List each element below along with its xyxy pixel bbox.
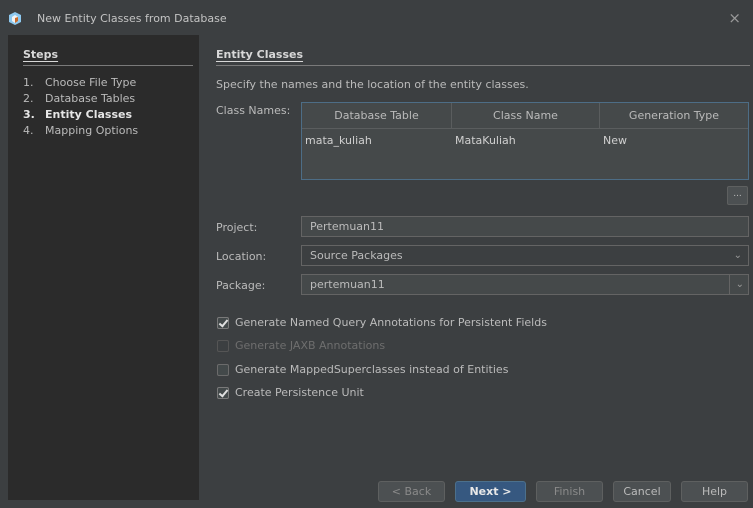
column-header-database-table[interactable]: Database Table	[302, 103, 452, 128]
column-header-class-name[interactable]: Class Name	[452, 103, 600, 128]
step-label: Mapping Options	[45, 124, 139, 137]
column-header-generation-type[interactable]: Generation Type	[600, 103, 748, 128]
header-divider	[216, 65, 750, 66]
mapped-superclasses-checkbox[interactable]: Generate MappedSuperclasses instead of E…	[217, 363, 508, 376]
cell-generation-type[interactable]: New	[600, 134, 748, 147]
step-database-tables: 2. Database Tables	[23, 92, 135, 105]
step-label: Entity Classes	[45, 108, 133, 121]
table-row[interactable]: mata_kuliah MataKuliah New	[302, 129, 748, 151]
project-field[interactable]: Pertemuan11	[301, 216, 749, 237]
package-combo[interactable]: pertemuan11 ⌄	[301, 274, 749, 295]
browse-button[interactable]: ...	[727, 186, 748, 205]
table-header: Database Table Class Name Generation Typ…	[302, 103, 748, 129]
step-number: 2.	[23, 92, 34, 105]
chevron-down-icon[interactable]: ⌄	[734, 246, 742, 265]
finish-button[interactable]: Finish	[536, 481, 603, 502]
checkbox-label: Generate JAXB Annotations	[235, 339, 386, 352]
step-number: 3.	[23, 108, 35, 121]
chevron-down-icon: ⌄	[735, 279, 744, 290]
location-label: Location:	[216, 250, 267, 263]
checkbox-checked-icon[interactable]	[217, 386, 229, 399]
package-dropdown-button[interactable]: ⌄	[729, 275, 748, 294]
checkbox-unchecked-icon[interactable]	[217, 363, 229, 376]
checkbox-label: Generate Named Query Annotations for Per…	[235, 316, 547, 329]
package-value: pertemuan11	[310, 278, 385, 291]
step-number: 4.	[23, 124, 34, 137]
step-entity-classes: 3. Entity Classes	[23, 108, 132, 121]
cancel-button[interactable]: Cancel	[613, 481, 671, 502]
location-value: Source Packages	[310, 249, 403, 262]
checkbox-label: Create Persistence Unit	[235, 386, 364, 399]
steps-panel: Steps 1. Choose File Type 2. Database Tabl…	[8, 35, 199, 500]
next-button[interactable]: Next >	[455, 481, 526, 502]
package-label: Package:	[216, 279, 266, 292]
location-select[interactable]: Source Packages ⌄	[301, 245, 749, 266]
step-number: 1.	[23, 76, 34, 89]
jaxb-annotations-checkbox: Generate JAXB Annotations	[217, 339, 385, 352]
cell-database-table: mata_kuliah	[305, 133, 372, 147]
class-names-label: Class Names:	[216, 104, 291, 117]
netbeans-icon	[9, 12, 21, 25]
back-button[interactable]: < Back	[378, 481, 445, 502]
title-bar: New Entity Classes from Database ×	[0, 0, 753, 35]
project-label: Project:	[216, 221, 258, 234]
step-mapping-options: 4. Mapping Options	[23, 124, 138, 137]
window-title: New Entity Classes from Database	[37, 12, 227, 25]
steps-header: Steps	[23, 48, 59, 61]
persistence-unit-checkbox[interactable]: Create Persistence Unit	[217, 386, 364, 399]
checkbox-label: Generate MappedSuperclasses instead of E…	[235, 363, 509, 376]
page-title: Entity Classes	[216, 48, 304, 61]
close-icon[interactable]: ×	[728, 9, 741, 27]
step-label: Choose File Type	[45, 76, 137, 89]
checkbox-checked-icon[interactable]	[217, 316, 229, 329]
step-choose-file-type: 1. Choose File Type	[23, 76, 136, 89]
class-names-table[interactable]: Database Table Class Name Generation Typ…	[301, 102, 749, 180]
named-query-checkbox[interactable]: Generate Named Query Annotations for Per…	[217, 316, 547, 329]
step-label: Database Tables	[45, 92, 136, 105]
page-description: Specify the names and the location of th…	[216, 78, 529, 91]
steps-divider	[23, 65, 193, 66]
cell-class-name[interactable]: MataKuliah	[452, 134, 600, 147]
help-button[interactable]: Help	[681, 481, 748, 502]
checkbox-unchecked-icon	[217, 339, 229, 352]
